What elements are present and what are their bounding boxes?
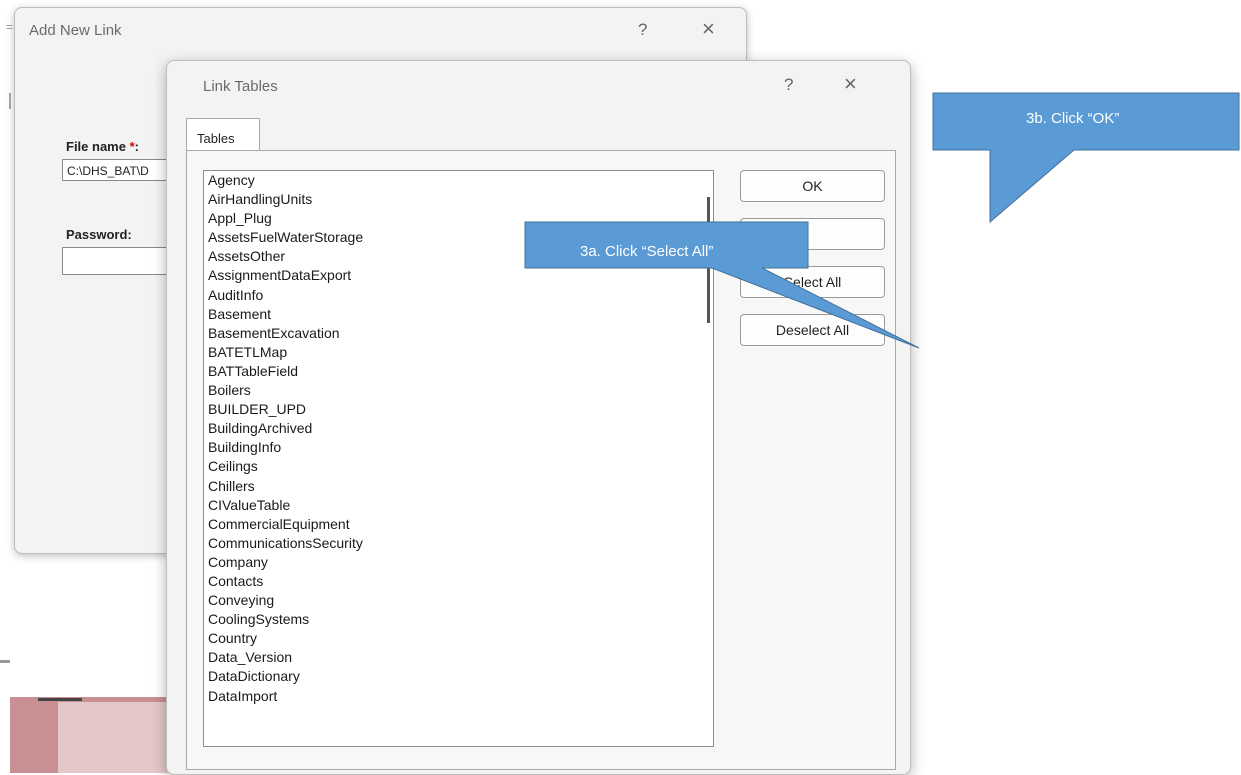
select-all-callout-shape [524, 221, 920, 349]
select-all-callout-text: 3a. Click “Select All” [580, 243, 714, 260]
ok-callout-text: 3b. Click “OK” [1026, 110, 1120, 127]
